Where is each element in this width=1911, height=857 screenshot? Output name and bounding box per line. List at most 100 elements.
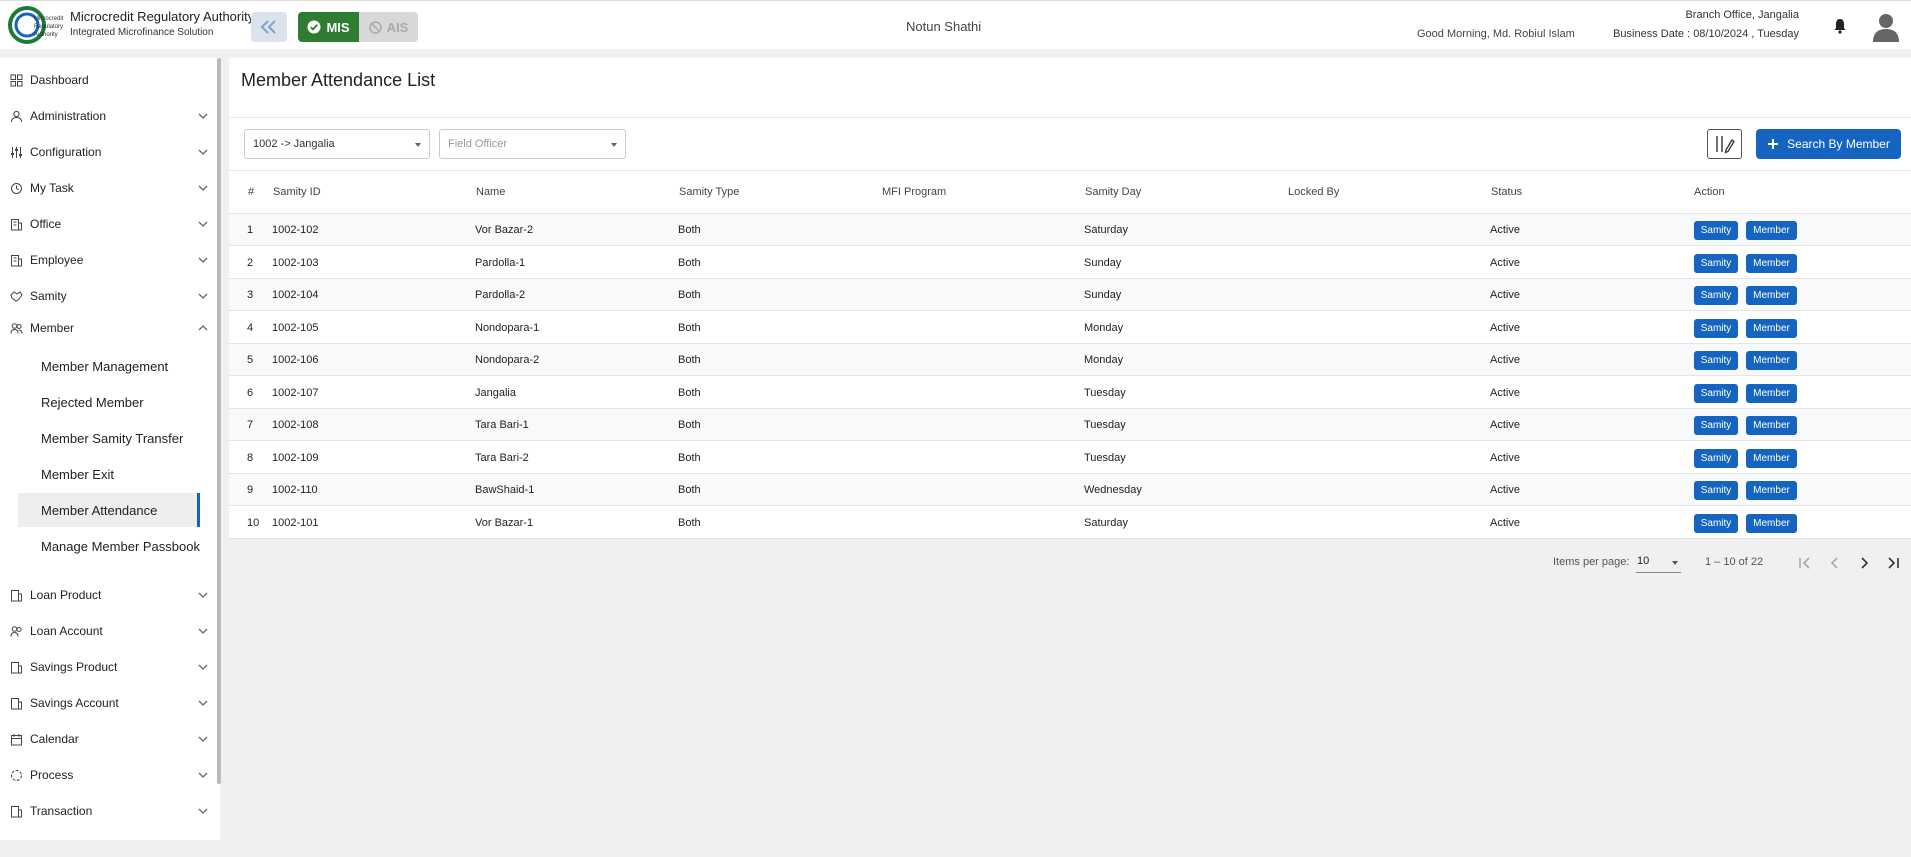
cell-samity-type: Both	[678, 224, 701, 236]
cell-status: Active	[1490, 224, 1520, 236]
sidebar-subitem-member-exit[interactable]: Member Exit	[18, 457, 200, 491]
sidebar-item-samity[interactable]: Samity	[0, 282, 215, 310]
cell-status: Active	[1490, 517, 1520, 529]
cell-samity-id: 1002-105	[272, 322, 319, 334]
col-header-status[interactable]: Status	[1491, 186, 1522, 198]
top-header: Microcredit Regulatory Authority Microcr…	[0, 0, 1911, 49]
chevron-down-icon	[198, 700, 208, 706]
samity-action-button[interactable]: Samity	[1694, 384, 1738, 403]
savings-product-icon	[11, 662, 22, 674]
sidebar-item-dashboard[interactable]: Dashboard	[0, 66, 215, 94]
sidebar-item-loan-account[interactable]: Loan Account	[0, 617, 215, 645]
col-header-samity-id[interactable]: Samity ID	[273, 186, 321, 198]
column-settings-button[interactable]	[1707, 129, 1742, 159]
page-range-label: 1 – 10 of 22	[1705, 556, 1764, 568]
sidebar-item-label: Process	[30, 768, 74, 782]
sidebar-item-office[interactable]: Office	[0, 210, 215, 238]
user-avatar-icon[interactable]	[1872, 12, 1900, 42]
sidebar-item-member[interactable]: Member	[0, 314, 215, 342]
sidebar-subitem-manage-member-passbook[interactable]: Manage Member Passbook	[18, 529, 200, 563]
sidebar-item-process[interactable]: Process	[0, 761, 215, 789]
col-header-mfi-program[interactable]: MFI Program	[882, 186, 946, 198]
col-header-locked-by[interactable]: Locked By	[1288, 186, 1339, 198]
field-officer-select[interactable]: Field Officer	[439, 129, 626, 159]
sidebar-item-transaction[interactable]: Transaction	[0, 797, 215, 825]
sidebar-item-my-task[interactable]: My Task	[0, 174, 215, 202]
member-action-button[interactable]: Member	[1746, 449, 1797, 468]
cell-samity-type: Both	[678, 419, 701, 431]
sidebar-item-savings-product[interactable]: Savings Product	[0, 653, 215, 681]
next-page-button[interactable]	[1854, 553, 1874, 573]
svg-text:Microcredit: Microcredit	[34, 16, 64, 22]
samity-action-button[interactable]: Samity	[1694, 221, 1738, 240]
member-action-button[interactable]: Member	[1746, 416, 1797, 435]
sidebar-item-administration[interactable]: Administration	[0, 102, 215, 130]
member-action-button[interactable]: Member	[1746, 286, 1797, 305]
member-action-button[interactable]: Member	[1746, 384, 1797, 403]
samity-action-button[interactable]: Samity	[1694, 351, 1738, 370]
cell-samity-day: Monday	[1084, 322, 1124, 334]
handshake-icon	[10, 291, 23, 302]
items-per-page-label: Items per page:	[1553, 556, 1630, 568]
cell-samity-day: Sunday	[1084, 257, 1122, 269]
table-row: 9 1002-110 BawShaid-1 Both Wednesday Active Sa…	[229, 474, 1911, 506]
chevron-left-icon	[1830, 557, 1838, 569]
sidebar-item-configuration[interactable]: Configuration	[0, 138, 215, 166]
cell-name: Jangalia	[475, 387, 516, 399]
sidebar-item-calendar[interactable]: Calendar	[0, 725, 215, 753]
cell-samity-id: 1002-108	[272, 419, 319, 431]
cell-index: 3	[247, 289, 254, 301]
sidebar-item-loan-product[interactable]: Loan Product	[0, 581, 215, 609]
previous-page-button[interactable]	[1825, 553, 1845, 573]
sidebar-collapse-button[interactable]	[251, 12, 287, 42]
member-action-button[interactable]: Member	[1746, 221, 1797, 240]
table-row: 6 1002-107 Jangalia Both Tuesday Active Samity…	[229, 377, 1911, 409]
col-header-samity-type[interactable]: Samity Type	[679, 186, 739, 198]
samity-action-button[interactable]: Samity	[1694, 449, 1738, 468]
table-row: 1 1002-102 Vor Bazar-2 Both Saturday Active Sa…	[229, 214, 1911, 246]
cell-samity-type: Both	[678, 484, 701, 496]
sidebar-item-savings-account[interactable]: Savings Account	[0, 689, 215, 717]
cell-index: 1	[247, 224, 254, 236]
member-action-button[interactable]: Member	[1746, 481, 1797, 500]
page-size-value: 10	[1637, 555, 1650, 567]
first-page-button[interactable]	[1795, 553, 1815, 573]
samity-action-button[interactable]: Samity	[1694, 286, 1738, 305]
table-row: 5 1002-106 Nondopara-2 Both Monday Active Sami…	[229, 344, 1911, 376]
member-action-button[interactable]: Member	[1746, 254, 1797, 273]
samity-action-button[interactable]: Samity	[1694, 254, 1738, 273]
search-by-member-button[interactable]: Search By Member	[1756, 129, 1901, 159]
sidebar-subitem-rejected-member[interactable]: Rejected Member	[18, 385, 200, 419]
samity-action-button[interactable]: Samity	[1694, 319, 1738, 338]
branch-select[interactable]: 1002 -> Jangalia	[244, 129, 430, 159]
last-page-icon	[1888, 557, 1899, 569]
member-action-button[interactable]: Member	[1746, 319, 1797, 338]
samity-action-button[interactable]: Samity	[1694, 481, 1738, 500]
cell-samity-id: 1002-104	[272, 289, 319, 301]
notification-bell-icon[interactable]	[1832, 18, 1848, 34]
sidebar-item-employee[interactable]: Employee	[0, 246, 215, 274]
table-row: 2 1002-103 Pardolla-1 Both Sunday Active Samit…	[229, 247, 1911, 279]
ais-option[interactable]: AIS	[359, 12, 418, 42]
mis-option[interactable]: MIS	[298, 12, 359, 42]
cell-samity-day: Monday	[1084, 354, 1124, 366]
member-action-button[interactable]: Member	[1746, 351, 1797, 370]
last-page-button[interactable]	[1883, 553, 1903, 573]
sidebar-subitem-member-attendance[interactable]: Member Attendance	[18, 493, 200, 527]
col-header-samity-day[interactable]: Samity Day	[1085, 186, 1141, 198]
sidebar-subitem-member-samity-transfer[interactable]: Member Samity Transfer	[18, 421, 200, 455]
cell-samity-day: Tuesday	[1084, 419, 1126, 431]
svg-text:Regulatory: Regulatory	[34, 24, 63, 30]
member-action-button[interactable]: Member	[1746, 514, 1797, 533]
table-row: 8 1002-109 Tara Bari-2 Both Tuesday Active Sam…	[229, 442, 1911, 474]
cell-name: Nondopara-2	[475, 354, 540, 366]
sidebar-subitem-member-management[interactable]: Member Management	[18, 349, 200, 383]
samity-action-button[interactable]: Samity	[1694, 416, 1738, 435]
table-row: 7 1002-108 Tara Bari-1 Both Tuesday Active Sam…	[229, 409, 1911, 441]
samity-action-button[interactable]: Samity	[1694, 514, 1738, 533]
sidebar-scrollbar[interactable]	[217, 58, 221, 784]
mis-ais-toggle[interactable]: MIS AIS	[298, 12, 418, 42]
col-header-name[interactable]: Name	[476, 186, 505, 198]
cell-status: Active	[1490, 484, 1520, 496]
page-size-select[interactable]: 10	[1636, 553, 1681, 573]
